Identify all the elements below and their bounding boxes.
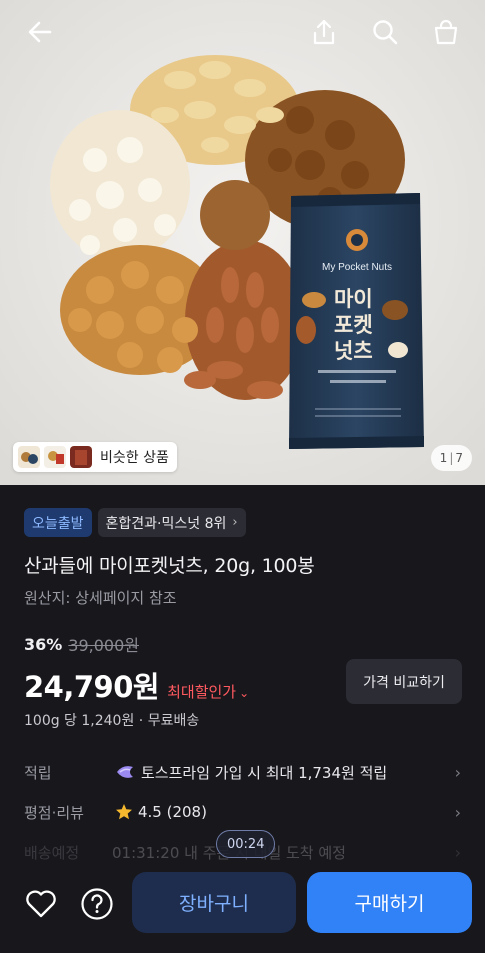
svg-text:넛츠: 넛츠 xyxy=(334,339,373,363)
product-image[interactable]: My Pocket Nuts 마이 포켓 넛츠 비슷한 상품 1 | 7 xyxy=(0,0,485,485)
points-value-wrap: 토스프라임 가입 시 최대 1,734원 적립 xyxy=(112,762,455,783)
points-row[interactable]: 적립 토스프라임 가입 시 최대 1,734원 적립 › xyxy=(24,759,461,785)
search-icon xyxy=(373,20,398,45)
toss-prime-icon xyxy=(117,766,133,778)
chevron-right-icon: › xyxy=(232,515,238,530)
category-rank-badge[interactable]: 혼합견과·믹스넛 8위 › xyxy=(97,508,246,537)
cart-button[interactable] xyxy=(428,14,464,50)
badge-row: 오늘출발 혼합견과·믹스넛 8위 › xyxy=(24,508,246,537)
unit-price-shipping: 100g 당 1,240원 · 무료배송 xyxy=(24,713,200,729)
share-icon xyxy=(313,19,335,45)
similar-products-button[interactable]: 비슷한 상품 xyxy=(13,442,177,472)
rating-label: 평점·리뷰 xyxy=(24,803,84,822)
search-button[interactable] xyxy=(367,14,403,50)
image-pager: 1 | 7 xyxy=(430,445,472,471)
product-package-illustration: My Pocket Nuts 마이 포켓 넛츠 xyxy=(289,193,424,449)
arrow-left-icon xyxy=(28,21,52,43)
bottom-action-bar: 장바구니 구매하기 xyxy=(0,862,485,953)
max-discount-toggle[interactable]: 최대할인가 ⌄ xyxy=(167,681,249,702)
rating-value-wrap: 4.5 (208) xyxy=(112,803,455,821)
inquiry-button[interactable] xyxy=(77,884,117,924)
category-rank-label: 혼합견과·믹스넛 8위 xyxy=(105,515,227,532)
similar-thumb-2 xyxy=(44,446,66,468)
chevron-right-icon: › xyxy=(454,842,461,862)
delivery-label: 배송예정 xyxy=(24,843,80,862)
heart-icon xyxy=(26,890,56,918)
star-icon xyxy=(116,804,132,820)
pager-total: 7 xyxy=(455,451,463,465)
buy-now-button[interactable]: 구매하기 xyxy=(307,872,472,933)
pager-separator: | xyxy=(449,451,454,465)
original-price: 39,000원 xyxy=(68,636,140,655)
svg-text:My Pocket Nuts: My Pocket Nuts xyxy=(322,262,392,273)
chevron-down-icon: ⌄ xyxy=(239,686,250,700)
max-discount-label: 최대할인가 xyxy=(167,683,237,701)
add-to-cart-button[interactable]: 장바구니 xyxy=(132,872,296,933)
shopping-bag-icon xyxy=(434,19,458,45)
discount-row: 36% 39,000원 xyxy=(24,632,139,656)
timer-badge: 00:24 xyxy=(216,830,276,858)
price-row: 24,790원 최대할인가 ⌄ xyxy=(24,664,249,706)
rating-row[interactable]: 평점·리뷰 4.5 (208) › xyxy=(24,799,461,825)
delivery-value: 01:31:20 내 주문 시 내일 도착 예정 xyxy=(112,843,346,862)
product-title: 산과들에 마이포켓넛츠, 20g, 100봉 xyxy=(24,555,315,577)
back-button[interactable] xyxy=(22,14,58,50)
discount-rate: 36% xyxy=(24,634,63,654)
svg-text:마이: 마이 xyxy=(334,287,373,311)
share-button[interactable] xyxy=(306,14,342,50)
top-navigation-bar xyxy=(0,0,485,66)
rating-value: 4.5 (208) xyxy=(138,803,207,821)
similar-products-label: 비슷한 상품 xyxy=(100,450,169,466)
nuts-photo: My Pocket Nuts 마이 포켓 넛츠 xyxy=(0,0,485,485)
similar-thumb-3 xyxy=(70,446,92,468)
price-compare-button[interactable]: 가격 비교하기 xyxy=(346,659,462,704)
svg-text:포켓: 포켓 xyxy=(334,313,373,337)
similar-thumb-1 xyxy=(18,446,40,468)
chevron-right-icon: › xyxy=(454,802,461,822)
points-label: 적립 xyxy=(24,763,52,782)
pager-current: 1 xyxy=(439,451,448,465)
today-shipping-badge: 오늘출발 xyxy=(24,508,92,537)
points-value: 토스프라임 가입 시 최대 1,734원 적립 xyxy=(141,763,388,782)
chevron-right-icon: › xyxy=(454,762,461,782)
product-origin: 원산지: 상세페이지 참조 xyxy=(24,589,177,607)
wishlist-button[interactable] xyxy=(21,884,61,924)
sale-price: 24,790원 xyxy=(24,670,160,704)
question-icon xyxy=(81,888,113,920)
